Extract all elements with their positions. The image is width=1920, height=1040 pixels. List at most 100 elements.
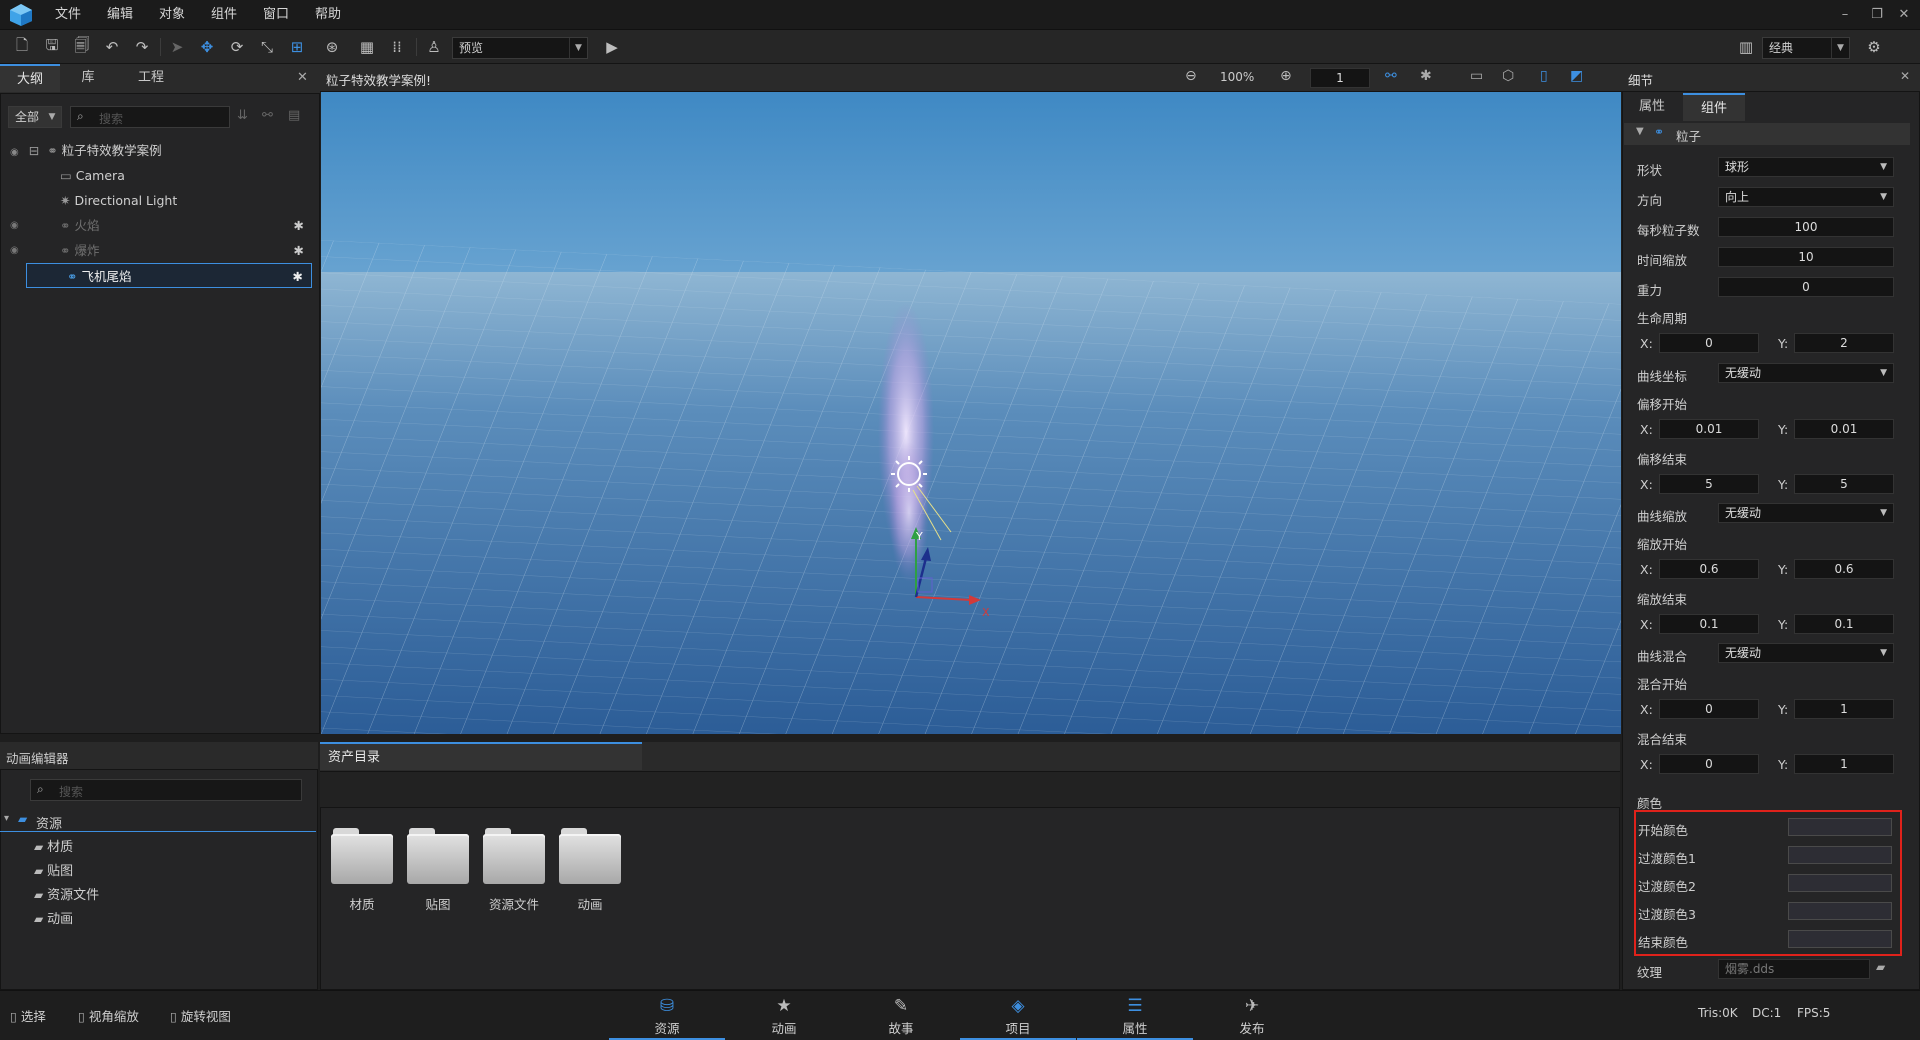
end-color-swatch[interactable] (1788, 930, 1892, 948)
render-icon[interactable]: ◩ (1570, 68, 1583, 84)
dots-grid-icon[interactable]: ⁞⁞ (385, 36, 409, 58)
grid-icon[interactable]: ▦ (355, 36, 379, 58)
asset-folder-animations[interactable]: 动画 (559, 828, 621, 913)
shape-select[interactable]: 球形 ▼ (1718, 157, 1894, 177)
frame-input[interactable]: 1 (1310, 68, 1370, 88)
menu-object[interactable]: 对象 (159, 0, 185, 30)
blend-end-y-input[interactable]: 1 (1794, 754, 1894, 774)
animation-search[interactable]: ⌕ 搜索 (30, 779, 302, 801)
eye-icon[interactable]: ◉ (10, 238, 19, 263)
menu-edit[interactable]: 编辑 (107, 0, 133, 30)
direction-select[interactable]: 向上 ▼ (1718, 187, 1894, 207)
close-icon[interactable]: ✕ (297, 70, 308, 85)
scale-end-y-input[interactable]: 0.1 (1794, 614, 1894, 634)
gizmo-icon[interactable]: ✱ (1420, 68, 1432, 84)
select-tool-icon[interactable]: ➤ (165, 36, 189, 58)
tree-item-resource-files[interactable]: ▰ 资源文件 (34, 884, 99, 906)
save-icon[interactable]: 🖫 (40, 36, 64, 58)
menu-window[interactable]: 窗口 (263, 0, 289, 30)
folder-icon[interactable]: ▰ (1876, 960, 1885, 974)
layout-dropdown[interactable]: 经典 ▼ (1762, 37, 1850, 59)
tree-item-light[interactable]: ✷ Directional Light (10, 188, 312, 213)
bottom-tab-properties[interactable]: ☰ 属性 (1077, 990, 1193, 1040)
tree-item-fire[interactable]: ◉ ⚭ 火焰 ✱ (10, 213, 312, 238)
minimize-icon[interactable]: – (1834, 4, 1856, 26)
curve-scale-select[interactable]: 无缓动 ▼ (1718, 503, 1894, 523)
snap-icon[interactable]: ⊛ (320, 36, 344, 58)
outline-search[interactable]: ⌕ 搜索 (70, 106, 230, 128)
scale-end-x-input[interactable]: 0.1 (1659, 614, 1759, 634)
offset-start-y-input[interactable]: 0.01 (1794, 419, 1894, 439)
particle-section-header[interactable]: ▼ ⚭ 粒子 (1624, 123, 1910, 145)
menu-component[interactable]: 组件 (211, 0, 237, 30)
curve-coord-select[interactable]: 无缓动 ▼ (1718, 363, 1894, 383)
blend-start-y-input[interactable]: 1 (1794, 699, 1894, 719)
eye-icon[interactable]: ◉ (10, 213, 19, 238)
bottom-tab-resources[interactable]: ⛁ 资源 (609, 990, 725, 1040)
tree-item-animations[interactable]: ▰ 动画 (34, 908, 73, 930)
menu-file[interactable]: 文件 (55, 0, 81, 30)
tab-asset-directory[interactable]: 资产目录 (320, 742, 642, 770)
collapse-icon[interactable]: ⊟ (29, 143, 39, 158)
video-icon[interactable]: ▭ (1470, 68, 1483, 84)
bottom-tab-project[interactable]: ◈ 项目 (960, 990, 1076, 1040)
curve-blend-select[interactable]: 无缓动 ▼ (1718, 643, 1894, 663)
cube-icon[interactable]: ⬡ (1502, 68, 1514, 84)
gravity-input[interactable]: 0 (1718, 277, 1894, 297)
eye-icon[interactable]: ◉ (10, 147, 19, 158)
tab-properties[interactable]: 属性 (1623, 93, 1681, 121)
transition-color-3-swatch[interactable] (1788, 902, 1892, 920)
tree-item-textures[interactable]: ▰ 贴图 (34, 860, 73, 882)
link-icon[interactable]: ⚯ (262, 108, 273, 123)
restore-icon[interactable]: ❐ (1866, 4, 1888, 26)
filter-icon[interactable]: ▤ (288, 108, 300, 123)
rate-input[interactable]: 100 (1718, 217, 1894, 237)
tab-outline[interactable]: 大纲 (0, 64, 60, 92)
start-color-swatch[interactable] (1788, 818, 1892, 836)
settings-icon[interactable]: ⚙ (1862, 36, 1886, 58)
layout-icon[interactable]: ▥ (1734, 36, 1758, 58)
bottom-tab-animation[interactable]: ★ 动画 (726, 990, 842, 1040)
mobile-icon[interactable]: ▯ (1540, 68, 1548, 84)
asset-folder-resource-files[interactable]: 资源文件 (483, 828, 545, 913)
filter-dropdown[interactable]: 全部 ▼ (8, 106, 62, 128)
menu-help[interactable]: 帮助 (315, 0, 341, 30)
camera-link-icon[interactable]: ⚯ (1385, 68, 1397, 84)
texture-input[interactable]: 烟雾.dds (1718, 959, 1870, 979)
offset-end-y-input[interactable]: 5 (1794, 474, 1894, 494)
bottom-tab-publish[interactable]: ✈ 发布 (1194, 990, 1310, 1040)
close-icon[interactable]: ✕ (1893, 4, 1915, 26)
save-all-icon[interactable]: 🗐 (70, 36, 94, 58)
scale-start-x-input[interactable]: 0.6 (1659, 559, 1759, 579)
scale-start-y-input[interactable]: 0.6 (1794, 559, 1894, 579)
redo-icon[interactable]: ↷ (130, 36, 154, 58)
undo-icon[interactable]: ↶ (100, 36, 124, 58)
rotate-tool-icon[interactable]: ⟳ (225, 36, 249, 58)
player-icon[interactable]: ♙ (422, 36, 446, 58)
tree-item-camera[interactable]: ▭ Camera (10, 163, 312, 188)
asset-folder-textures[interactable]: 贴图 (407, 828, 469, 913)
expand-all-icon[interactable]: ⇊ (237, 108, 248, 123)
local-space-icon[interactable]: ⊞ (285, 36, 309, 58)
tree-item-root[interactable]: ◉ ⊟ ⚭ 粒子特效教学案例 (10, 138, 312, 163)
view-mode-dropdown[interactable]: 预览 ▼ (452, 37, 588, 59)
lifetime-y-input[interactable]: 2 (1794, 333, 1894, 353)
tree-item-materials[interactable]: ▰ 材质 (34, 836, 73, 858)
move-tool-icon[interactable]: ✥ (195, 36, 219, 58)
scene-viewport[interactable]: Y X (321, 92, 1621, 734)
bottom-tab-story[interactable]: ✎ 故事 (843, 990, 959, 1040)
tab-library[interactable]: 库 (60, 64, 116, 92)
scale-tool-icon[interactable]: ⤡ (255, 36, 279, 58)
transition-color-1-swatch[interactable] (1788, 846, 1892, 864)
tab-project[interactable]: 工程 (116, 64, 186, 92)
offset-start-x-input[interactable]: 0.01 (1659, 419, 1759, 439)
timescale-input[interactable]: 10 (1718, 247, 1894, 267)
transition-color-2-swatch[interactable] (1788, 874, 1892, 892)
new-file-icon[interactable]: 🗋 (10, 36, 34, 58)
offset-end-x-input[interactable]: 5 (1659, 474, 1759, 494)
tree-item-exhaust[interactable]: ⚭ 飞机尾焰 ✱ (26, 263, 312, 288)
lifetime-x-input[interactable]: 0 (1659, 333, 1759, 353)
asset-folder-materials[interactable]: 材质 (331, 828, 393, 913)
tree-item-explosion[interactable]: ◉ ⚭ 爆炸 ✱ (10, 238, 312, 263)
play-icon[interactable]: ▶ (600, 36, 624, 58)
